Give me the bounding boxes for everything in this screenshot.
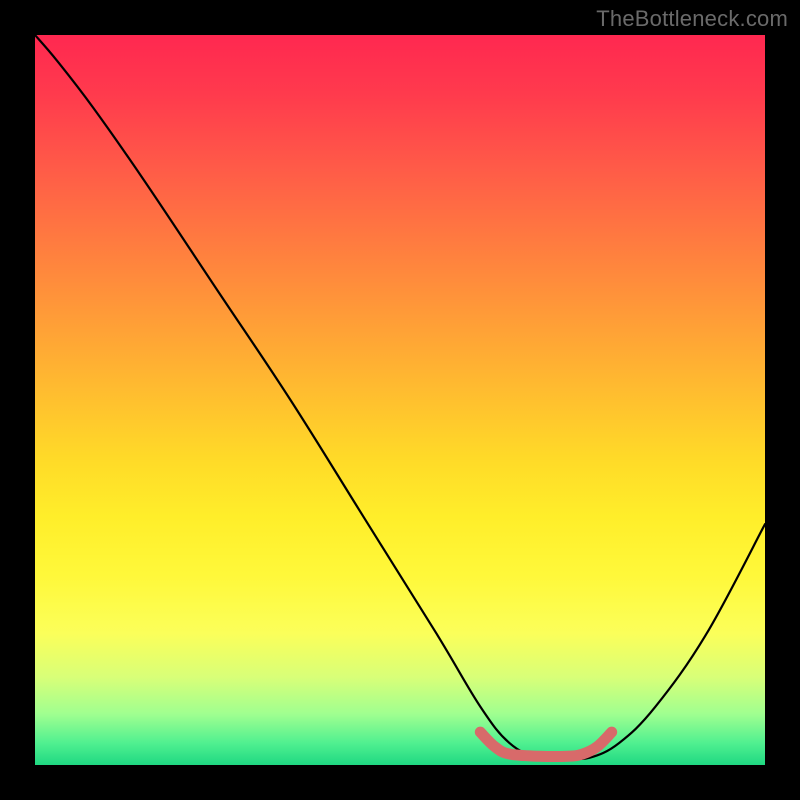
bottleneck-curve-path (35, 35, 765, 759)
optimal-range-path (480, 732, 611, 756)
chart-curves (35, 35, 765, 765)
attribution-label: TheBottleneck.com (596, 6, 788, 32)
bottleneck-chart (35, 35, 765, 765)
